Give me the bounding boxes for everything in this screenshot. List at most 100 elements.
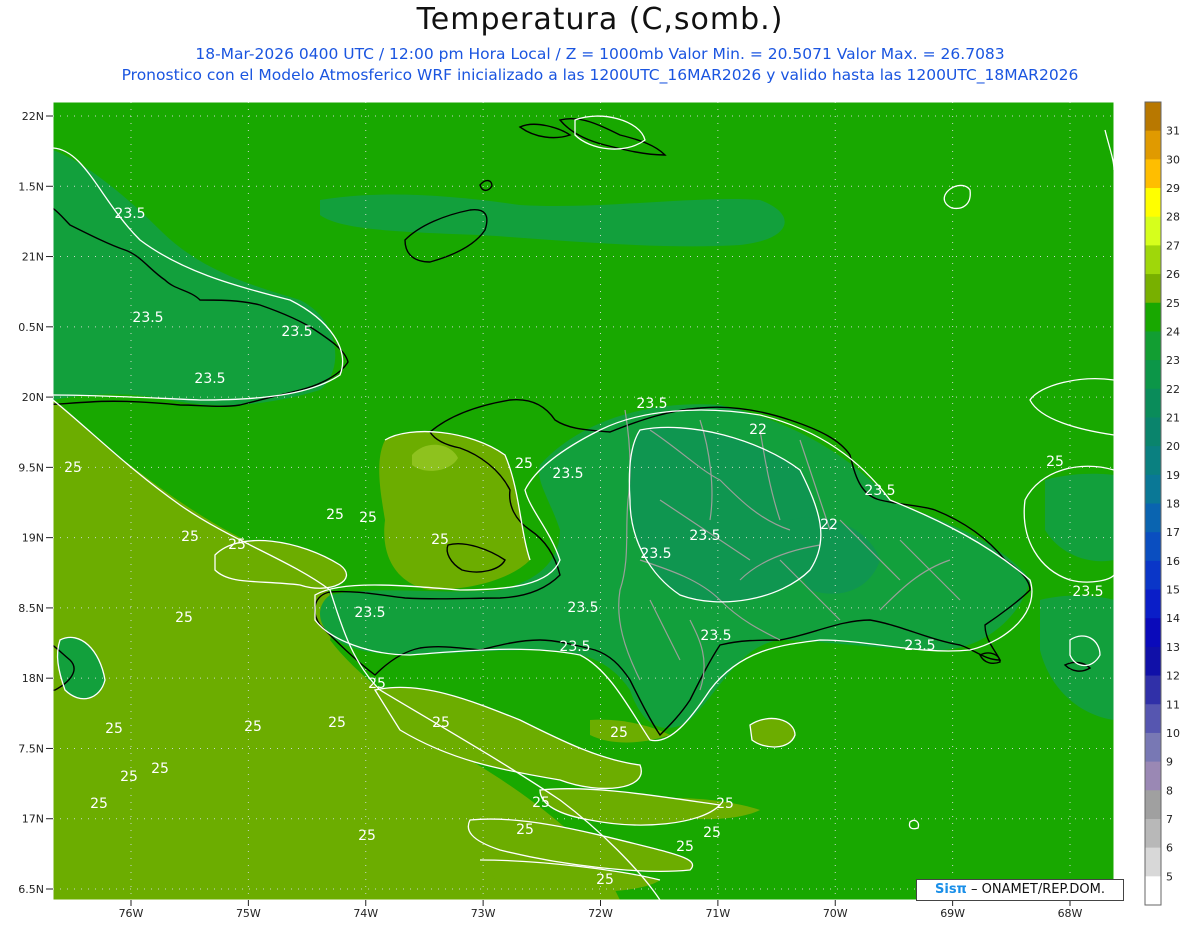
contour-label: 25 — [181, 529, 199, 545]
contour-label: 23.5 — [700, 628, 731, 644]
contour-label: 23.5 — [281, 324, 312, 340]
contour-label: 23.5 — [194, 371, 225, 387]
colorbar-swatch — [1145, 876, 1161, 906]
contour-label: 22 — [820, 517, 838, 533]
contour-label: 25 — [1046, 454, 1064, 470]
contour-label: 25 — [90, 796, 108, 812]
contour-label: 25 — [515, 456, 533, 472]
colorbar-swatch — [1145, 503, 1161, 533]
colorbar-swatch — [1145, 847, 1161, 877]
colorbar-swatch — [1145, 618, 1161, 648]
lat-tick-label: 9.5N — [18, 461, 44, 474]
colorbar-label: 26 — [1166, 268, 1180, 281]
lon-tick-label: 70W — [823, 907, 848, 920]
lat-tick-label: 8.5N — [18, 602, 44, 615]
lon-tick-label: 68W — [1058, 907, 1083, 920]
contour-label: 23.5 — [354, 605, 385, 621]
lon-tick-label: 75W — [236, 907, 261, 920]
colorbar-label: 14 — [1166, 612, 1180, 625]
lon-tick-label: 73W — [471, 907, 496, 920]
contour-label: 25 — [359, 510, 377, 526]
contour-label: 25 — [703, 825, 721, 841]
contour-label: 23.5 — [1072, 584, 1103, 600]
colorbar-swatch — [1145, 761, 1161, 791]
colorbar-label: 30 — [1166, 153, 1180, 166]
contour-label: 25 — [676, 839, 694, 855]
colorbar-swatch — [1145, 474, 1161, 504]
contour-label: 22 — [749, 422, 767, 438]
lat-tick-label: 18N — [22, 672, 44, 685]
colorbar-swatch — [1145, 130, 1161, 160]
colorbar-swatch — [1145, 159, 1161, 189]
lat-tick-label: 1.5N — [18, 180, 44, 193]
lat-tick-label: 0.5N — [18, 321, 44, 334]
lon-tick-label: 76W — [119, 907, 144, 920]
colorbar-label: 20 — [1166, 440, 1180, 453]
colorbar-swatch — [1145, 704, 1161, 734]
colorbar-swatch — [1145, 646, 1161, 677]
lat-tick-label: 22N — [22, 110, 44, 123]
contour-label: 25 — [64, 460, 82, 476]
colorbar-label: 21 — [1166, 411, 1180, 424]
lon-tick-label: 71W — [705, 907, 730, 920]
colorbar-swatch — [1145, 302, 1161, 332]
sispi-logo-text: Sisπ — [935, 882, 967, 897]
colorbar-label: 25 — [1166, 297, 1180, 310]
contour-label: 25 — [151, 761, 169, 777]
colorbar-label: 22 — [1166, 383, 1180, 396]
colorbar-swatch — [1145, 216, 1161, 246]
contour-label: 23.5 — [689, 528, 720, 544]
colorbar-label: 24 — [1166, 325, 1180, 338]
plot-area: 23.523.523.523.53.5 23.523.5222223.523.52… — [53, 102, 1114, 900]
temperature-map: 23.523.523.523.53.5 23.523.5222223.523.52… — [18, 101, 1180, 920]
contour-label: 23.5 — [132, 310, 163, 326]
lon-tick-label: 74W — [353, 907, 378, 920]
colorbar-label: 6 — [1166, 842, 1173, 855]
colorbar-swatch — [1145, 274, 1161, 304]
colorbar-label: 28 — [1166, 211, 1180, 224]
longitude-axis: 76W 75W 74W 73W 72W 71W 70W 69W 68W — [119, 900, 1083, 920]
contour-label: 25 — [596, 872, 614, 888]
contour-label: 25 — [328, 715, 346, 731]
colorbar-label: 16 — [1166, 555, 1180, 568]
lat-tick-label: 7.5N — [18, 742, 44, 755]
colorbar-swatch — [1145, 818, 1161, 849]
colorbar-label: 17 — [1166, 526, 1180, 539]
colorbar-label: 31 — [1166, 125, 1180, 138]
colorbar-label: 13 — [1166, 641, 1180, 654]
contour-label: 25 — [358, 828, 376, 844]
colorbar-swatch — [1145, 331, 1161, 361]
colorbar-label: 12 — [1166, 670, 1180, 683]
contour-label: 25 — [532, 795, 550, 811]
colorbar-label: 9 — [1166, 756, 1173, 769]
colorbar-label: 29 — [1166, 182, 1180, 195]
colorbar-label: 15 — [1166, 584, 1180, 597]
colorbar-swatch — [1145, 245, 1161, 275]
contour-label: 23.5 — [904, 638, 935, 654]
credit-box: Sisπ – ONAMET/REP.DOM. — [916, 879, 1124, 901]
contour-label: 25 — [431, 532, 449, 548]
colorbar-swatch — [1145, 102, 1161, 132]
contour-label: 23.5 — [864, 483, 895, 499]
colorbar-swatch — [1145, 675, 1161, 705]
lat-tick-label: 21N — [22, 251, 44, 264]
contour-label: 23.5 — [552, 466, 583, 482]
colorbar-swatch — [1145, 732, 1161, 763]
contour-label: 23.5 — [559, 639, 590, 655]
colorbar-swatch — [1145, 446, 1161, 476]
contour-label: 25 — [105, 721, 123, 737]
contour-label: 25 — [716, 796, 734, 812]
lat-tick-label: 17N — [22, 813, 44, 826]
contour-label: 25 — [326, 507, 344, 523]
colorbar-label: 19 — [1166, 469, 1180, 482]
colorbar-swatch — [1145, 790, 1161, 820]
colorbar-swatch — [1145, 188, 1161, 218]
contour-label: 25 — [244, 719, 262, 735]
lat-tick-label: 6.5N — [18, 883, 44, 896]
contour-label: 23.5 — [567, 600, 598, 616]
colorbar-label: 7 — [1166, 813, 1173, 826]
contour-label: 25 — [432, 715, 450, 731]
contour-label: 23.5 — [636, 396, 667, 412]
contour-label: 25 — [368, 676, 386, 692]
lon-tick-label: 72W — [588, 907, 613, 920]
